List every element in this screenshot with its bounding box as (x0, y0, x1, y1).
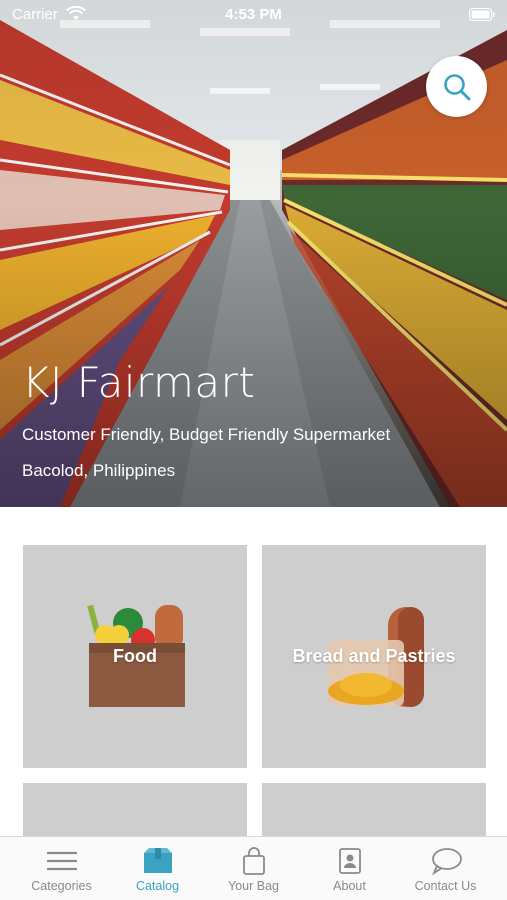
tab-about[interactable]: About (299, 837, 400, 900)
search-icon (443, 73, 470, 100)
category-label: Bread and Pastries (292, 646, 456, 666)
category-tile[interactable] (262, 783, 486, 843)
chat-bubble-icon (431, 848, 462, 875)
category-tile-food[interactable]: Food (23, 545, 247, 768)
category-tile[interactable] (23, 783, 247, 843)
tab-label: Catalog (135, 879, 180, 893)
tab-label: Your Bag (228, 879, 279, 893)
status-time: 4:53 PM (225, 6, 282, 23)
category-grid: Food Bread and Pastries (0, 507, 507, 843)
tab-label: About (333, 879, 366, 893)
hero-banner: Carrier 4:53 PM KJ Fairmart Customer Fri… (0, 0, 507, 507)
tab-label: Categories (31, 879, 92, 893)
category-tile-bread-and-pastries[interactable]: Bread and Pastries (262, 545, 486, 768)
box-icon (143, 848, 172, 873)
contact-card-icon (338, 848, 361, 874)
store-tagline: Customer Friendly, Budget Friendly Super… (22, 425, 391, 444)
tab-categories[interactable]: Categories (11, 837, 112, 900)
category-label: Food (113, 646, 157, 666)
battery-icon (469, 8, 495, 21)
store-location: Bacolod, Philippines (22, 461, 176, 480)
shopping-bag-icon (242, 847, 265, 875)
store-title: KJ Fairmart (22, 358, 256, 407)
tab-label: Contact Us (414, 879, 477, 893)
search-button[interactable] (426, 56, 487, 117)
tab-catalog[interactable]: Catalog (107, 837, 208, 900)
tab-bar: Categories Catalog Your Bag About Contac… (0, 836, 507, 900)
menu-icon (46, 851, 77, 871)
status-bar: Carrier 4:53 PM (0, 0, 507, 30)
tab-your-bag[interactable]: Your Bag (203, 837, 304, 900)
tab-contact-us[interactable]: Contact Us (395, 837, 496, 900)
